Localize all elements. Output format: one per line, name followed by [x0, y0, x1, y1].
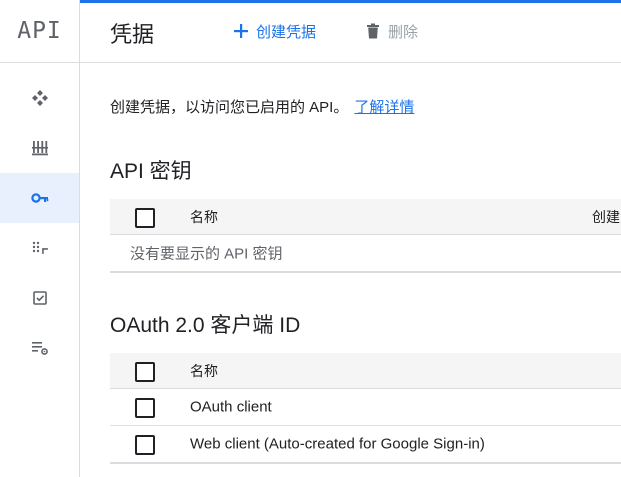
- api-keys-col-created[interactable]: 创建: [592, 207, 620, 227]
- sidebar-item-domain-verification[interactable]: [0, 273, 79, 323]
- main-content: 创建凭据，以访问您已启用的 API。 了解详情 API 密钥 名称 创建 没有要显…: [80, 63, 621, 477]
- sidebar-item-library[interactable]: [0, 123, 79, 173]
- page-usage-settings-icon: [31, 342, 48, 355]
- sidebar-item-oauth-consent[interactable]: [0, 223, 79, 273]
- intro-text: 创建凭据，以访问您已启用的 API。 了解详情: [110, 96, 414, 117]
- row-checkbox[interactable]: [135, 435, 155, 455]
- credentials-key-icon: [30, 193, 48, 203]
- page-header: 凭据 创建凭据 删除: [80, 3, 621, 63]
- oauth-col-name[interactable]: 名称: [190, 361, 218, 381]
- plus-icon: [234, 24, 248, 38]
- table-row[interactable]: OAuth client: [110, 389, 621, 426]
- api-keys-table: 名称 创建 没有要显示的 API 密钥: [110, 199, 621, 273]
- delete-button[interactable]: 删除: [364, 19, 418, 43]
- oauth-client-name[interactable]: Web client (Auto-created for Google Sign…: [190, 436, 485, 453]
- learn-more-link[interactable]: 了解详情: [354, 99, 414, 116]
- page-title: 凭据: [110, 22, 155, 47]
- table-row[interactable]: Web client (Auto-created for Google Sign…: [110, 426, 621, 464]
- oauth-clients-title: OAuth 2.0 客户端 ID: [110, 314, 301, 337]
- domain-verification-icon: [32, 291, 47, 305]
- library-icon: [31, 141, 48, 156]
- api-keys-empty-message: 没有要显示的 API 密钥: [130, 245, 283, 263]
- api-keys-title: API 密钥: [110, 160, 192, 183]
- sidebar: API: [0, 0, 80, 477]
- api-keys-select-all-checkbox[interactable]: [135, 207, 155, 228]
- delete-label: 删除: [388, 23, 419, 41]
- api-keys-empty-row: 没有要显示的 API 密钥: [110, 235, 621, 273]
- api-logo[interactable]: API: [0, 0, 79, 63]
- api-keys-col-name[interactable]: 名称: [190, 207, 218, 227]
- api-keys-table-header: 名称 创建: [110, 199, 621, 235]
- sidebar-item-page-usage[interactable]: [0, 323, 79, 373]
- oauth-client-name[interactable]: OAuth client: [190, 399, 272, 416]
- row-checkbox[interactable]: [135, 398, 155, 418]
- app-window: API 凭据 创建凭据 删除 创建凭据，以访问您已启用的 API。 了解详情 A…: [0, 0, 621, 477]
- sidebar-item-credentials[interactable]: [0, 173, 79, 223]
- oauth-table-header: 名称: [110, 353, 621, 389]
- oauth-clients-table: 名称 OAuth client Web client (Auto-created…: [110, 353, 621, 464]
- trash-icon: [367, 23, 379, 39]
- apis-services-icon: [31, 90, 48, 106]
- oauth-consent-icon: [32, 241, 48, 254]
- oauth-select-all-checkbox[interactable]: [135, 361, 155, 382]
- sidebar-item-apis-services[interactable]: [0, 73, 79, 123]
- create-credentials-button[interactable]: 创建凭据: [232, 19, 316, 43]
- intro-description: 创建凭据，以访问您已启用的 API。: [110, 99, 349, 116]
- create-credentials-label: 创建凭据: [256, 23, 317, 41]
